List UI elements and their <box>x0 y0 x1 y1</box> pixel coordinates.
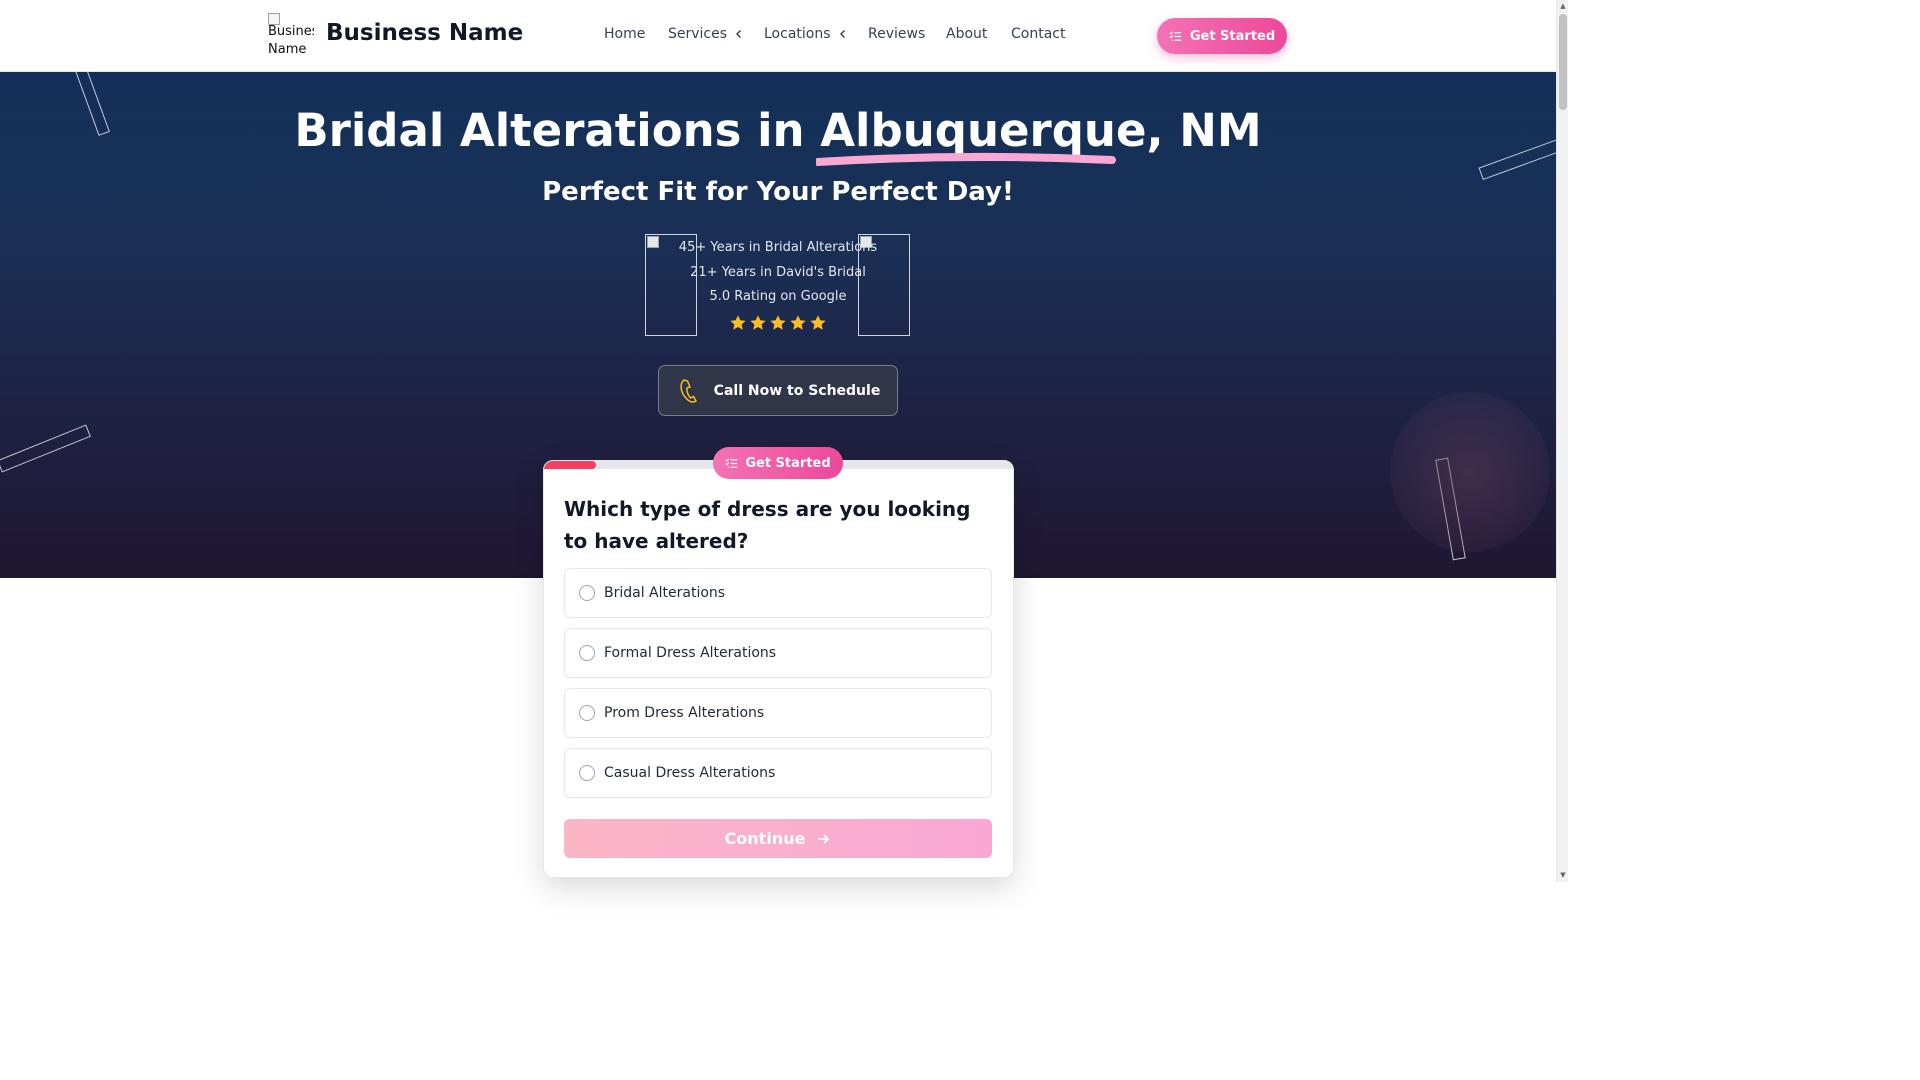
option-formal[interactable]: Formal Dress Alterations <box>564 628 992 678</box>
get-started-button[interactable]: Get Started <box>1157 18 1287 54</box>
list-check-icon <box>725 457 738 468</box>
page-scrollbar[interactable]: ▲ ▼ <box>1556 0 1568 882</box>
radio-button[interactable] <box>579 585 595 601</box>
logo-alt-text: Business Name <box>268 24 314 57</box>
chevron-left-icon <box>839 30 845 38</box>
radio-button[interactable] <box>579 765 595 781</box>
logo-image[interactable]: Business Name <box>268 13 314 58</box>
star-icon <box>810 315 826 330</box>
nav-locations[interactable]: Locations <box>764 26 849 42</box>
nav-home[interactable]: Home <box>604 26 645 42</box>
star-icon <box>790 315 806 330</box>
stat-google-rating: 5.0 Rating on Google <box>709 289 847 304</box>
radio-button[interactable] <box>579 705 595 721</box>
call-now-button[interactable]: Call Now to Schedule <box>658 365 898 416</box>
star-icon <box>750 315 766 330</box>
nav-about[interactable]: About <box>946 26 987 42</box>
scroll-up-icon[interactable]: ▲ <box>1559 2 1567 10</box>
nav-services[interactable]: Services <box>668 26 745 42</box>
quiz-question: Which type of dress are you looking to h… <box>564 497 971 553</box>
phone-icon <box>680 378 697 403</box>
radio-button[interactable] <box>579 645 595 661</box>
stat-years-bridal: 45+ Years in Bridal Alterations <box>678 240 878 255</box>
hero-subtitle: Perfect Fit for Your Perfect Day! <box>542 177 1014 207</box>
nav-contact[interactable]: Contact <box>1011 26 1065 42</box>
list-check-icon <box>1169 30 1181 41</box>
get-started-badge: Get Started <box>713 447 843 479</box>
decorative-glow <box>1390 392 1550 552</box>
progress-fill <box>544 461 596 469</box>
scroll-down-icon[interactable]: ▼ <box>1559 871 1567 879</box>
chevron-left-icon <box>736 30 742 38</box>
star-icon <box>770 315 786 330</box>
stat-years-davids: 21+ Years in David's Bridal <box>690 265 866 280</box>
arrow-right-icon <box>818 833 830 844</box>
option-bridal[interactable]: Bridal Alterations <box>564 568 992 618</box>
option-prom[interactable]: Prom Dress Alterations <box>564 688 992 738</box>
continue-button[interactable]: Continue <box>564 819 992 858</box>
hero-title: Bridal Alterations in Albuquerque, NM <box>0 104 1556 166</box>
decorative-bar <box>0 424 91 473</box>
option-casual[interactable]: Casual Dress Alterations <box>564 748 992 798</box>
highlighted-city: Albuquerque <box>820 104 1147 157</box>
star-icon <box>730 315 746 330</box>
site-header: Business Name Business Name Home Service… <box>0 0 1556 72</box>
scrollbar-thumb[interactable] <box>1559 14 1567 110</box>
highlight-underline <box>816 152 1117 166</box>
nav-reviews[interactable]: Reviews <box>868 26 925 42</box>
rating-stars <box>729 314 827 332</box>
brand-name[interactable]: Business Name <box>326 20 523 46</box>
